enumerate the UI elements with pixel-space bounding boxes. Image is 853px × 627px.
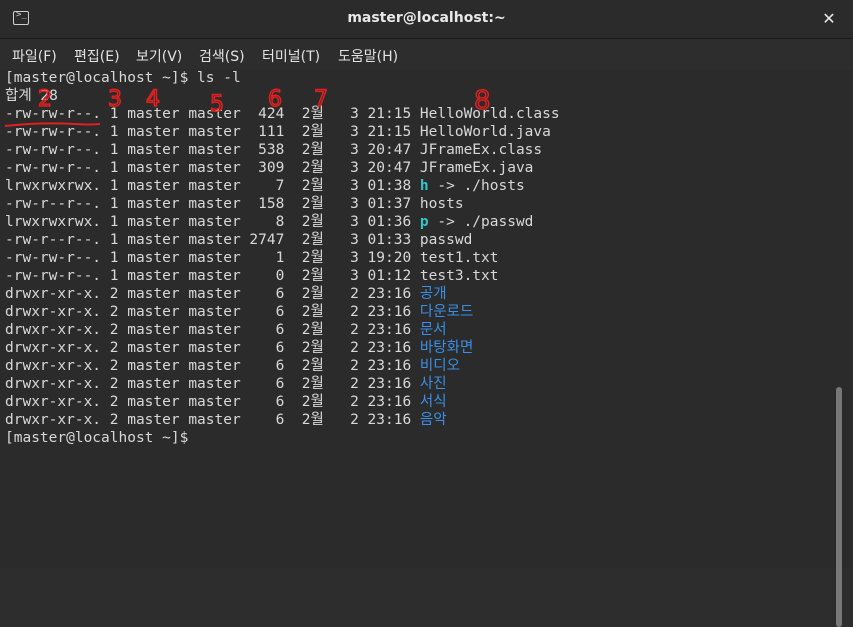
file-meta: -rw-r--r--. 1 master master 158 2월 3 01:…: [5, 196, 420, 212]
end-prompt: [master@localhost ~]$: [5, 430, 198, 446]
file-row: -rw-rw-r--. 1 master master 111 2월 3 21:…: [5, 123, 560, 141]
file-row: drwxr-xr-x. 2 master master 6 2월 2 23:16…: [5, 321, 560, 339]
file-row: -rw-rw-r--. 1 master master 0 2월 3 01:12…: [5, 267, 560, 285]
menu-terminal[interactable]: 터미널(T): [262, 46, 320, 66]
file-name: test3.txt: [419, 268, 499, 284]
file-meta: -rw-rw-r--. 1 master master 1 2월 3 19:20: [5, 250, 420, 266]
file-row: -rw-rw-r--. 1 master master 424 2월 3 21:…: [5, 105, 560, 123]
terminal-window: >_ master@localhost:~ ✕ 파일(F) 편집(E) 보기(V…: [0, 0, 853, 627]
file-name: 공개: [419, 286, 447, 302]
file-meta: drwxr-xr-x. 2 master master 6 2월 2 23:16: [5, 394, 420, 410]
file-name: JFrameEx.java: [419, 160, 534, 176]
file-meta: drwxr-xr-x. 2 master master 6 2월 2 23:16: [5, 286, 420, 302]
scrollbar-thumb[interactable]: [836, 387, 842, 627]
menu-file[interactable]: 파일(F): [12, 46, 57, 66]
file-meta: -rw-r--r--. 1 master master 2747 2월 3 01…: [5, 232, 420, 248]
menu-help[interactable]: 도움말(H): [338, 46, 398, 66]
file-meta: drwxr-xr-x. 2 master master 6 2월 2 23:16: [5, 412, 420, 428]
file-name: h: [419, 178, 429, 194]
file-row: drwxr-xr-x. 2 master master 6 2월 2 23:16…: [5, 357, 560, 375]
file-meta: drwxr-xr-x. 2 master master 6 2월 2 23:16: [5, 376, 420, 392]
file-name: 문서: [419, 322, 447, 338]
file-meta: drwxr-xr-x. 2 master master 6 2월 2 23:16: [5, 322, 420, 338]
file-row: -rw-rw-r--. 1 master master 1 2월 3 19:20…: [5, 249, 560, 267]
file-name: 비디오: [419, 358, 460, 374]
file-meta: -rw-rw-r--. 1 master master 424 2월 3 21:…: [5, 106, 420, 122]
file-row: drwxr-xr-x. 2 master master 6 2월 2 23:16…: [5, 339, 560, 357]
file-row: drwxr-xr-x. 2 master master 6 2월 2 23:16…: [5, 393, 560, 411]
menu-bar: 파일(F) 편집(E) 보기(V) 검색(S) 터미널(T) 도움말(H): [0, 39, 853, 69]
file-name: 사진: [419, 376, 447, 392]
window-title: master@localhost:~: [347, 10, 506, 26]
file-name: passwd: [419, 232, 473, 248]
file-name: p: [419, 214, 429, 230]
file-row: -rw-rw-r--. 1 master master 309 2월 3 20:…: [5, 159, 560, 177]
file-name: 바탕화면: [419, 340, 474, 356]
terminal-lines: [master@localhost ~]$ ls -l 합계 28 -rw-rw…: [5, 69, 560, 447]
terminal-output[interactable]: [master@localhost ~]$ ls -l 합계 28 -rw-rw…: [0, 69, 853, 627]
file-meta: -rw-rw-r--. 1 master master 0 2월 3 01:12: [5, 268, 420, 284]
close-button[interactable]: ✕: [819, 9, 839, 29]
file-name: 서식: [419, 394, 447, 410]
file-row: lrwxrwxrwx. 1 master master 7 2월 3 01:38…: [5, 177, 560, 195]
file-meta: lrwxrwxrwx. 1 master master 7 2월 3 01:38: [5, 178, 420, 194]
title-bar[interactable]: >_ master@localhost:~ ✕: [0, 0, 853, 39]
link-target: -> ./hosts: [428, 178, 525, 194]
total-line: 합계 28: [5, 88, 58, 104]
file-name: 음악: [419, 412, 447, 428]
file-meta: lrwxrwxrwx. 1 master master 8 2월 3 01:36: [5, 214, 420, 230]
file-meta: drwxr-xr-x. 2 master master 6 2월 2 23:16: [5, 304, 420, 320]
link-target: -> ./passwd: [428, 214, 534, 230]
command-line: [master@localhost ~]$ ls -l: [5, 70, 241, 86]
file-row: -rw-r--r--. 1 master master 158 2월 3 01:…: [5, 195, 560, 213]
file-row: -rw-rw-r--. 1 master master 538 2월 3 20:…: [5, 141, 560, 159]
file-row: drwxr-xr-x. 2 master master 6 2월 2 23:16…: [5, 303, 560, 321]
file-name: HelloWorld.class: [419, 106, 560, 122]
file-meta: -rw-rw-r--. 1 master master 111 2월 3 21:…: [5, 124, 420, 140]
file-meta: drwxr-xr-x. 2 master master 6 2월 2 23:16: [5, 358, 420, 374]
file-name: 다운로드: [419, 304, 474, 320]
file-row: lrwxrwxrwx. 1 master master 8 2월 3 01:36…: [5, 213, 560, 231]
file-name: HelloWorld.java: [419, 124, 551, 140]
menu-search[interactable]: 검색(S): [199, 46, 245, 66]
file-row: drwxr-xr-x. 2 master master 6 2월 2 23:16…: [5, 411, 560, 429]
file-meta: -rw-rw-r--. 1 master master 538 2월 3 20:…: [5, 142, 420, 158]
file-name: test1.txt: [419, 250, 499, 266]
file-meta: drwxr-xr-x. 2 master master 6 2월 2 23:16: [5, 340, 420, 356]
file-row: -rw-r--r--. 1 master master 2747 2월 3 01…: [5, 231, 560, 249]
file-name: JFrameEx.class: [419, 142, 543, 158]
menu-edit[interactable]: 편집(E): [74, 46, 120, 66]
menu-view[interactable]: 보기(V): [136, 46, 182, 66]
file-meta: -rw-rw-r--. 1 master master 309 2월 3 20:…: [5, 160, 420, 176]
file-row: drwxr-xr-x. 2 master master 6 2월 2 23:16…: [5, 375, 560, 393]
file-name: hosts: [419, 196, 464, 212]
file-row: drwxr-xr-x. 2 master master 6 2월 2 23:16…: [5, 285, 560, 303]
